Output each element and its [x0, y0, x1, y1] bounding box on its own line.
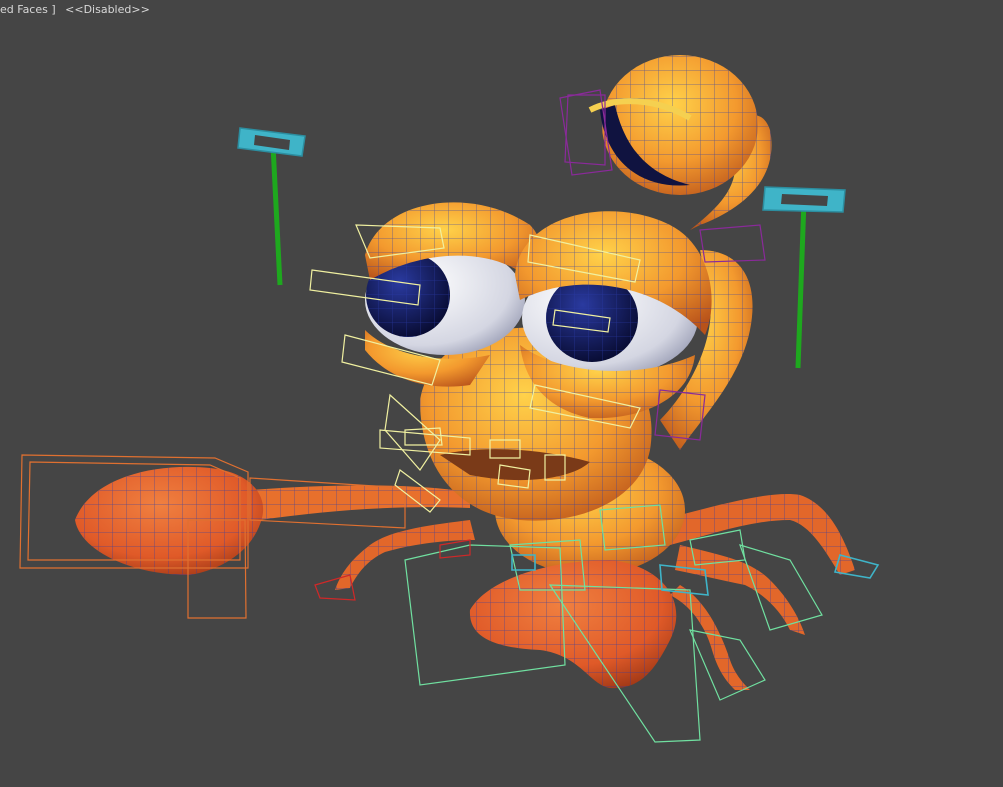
viewport-label[interactable]: ed Faces ] <<Disabled>> — [0, 3, 156, 17]
left-leg[interactable] — [335, 520, 475, 590]
scorpion-character-model[interactable] — [0, 0, 1003, 787]
right-legs[interactable] — [660, 494, 855, 690]
3d-viewport[interactable]: ed Faces ] <<Disabled>> — [0, 0, 1003, 787]
ik-handle-left-icon[interactable] — [237, 127, 306, 286]
ik-handle-right-icon[interactable] — [762, 186, 846, 369]
right-claw[interactable] — [469, 560, 677, 689]
disabled-status-label[interactable]: <<Disabled>> — [65, 3, 150, 16]
shading-mode-label[interactable]: ed Faces ] — [0, 3, 56, 16]
